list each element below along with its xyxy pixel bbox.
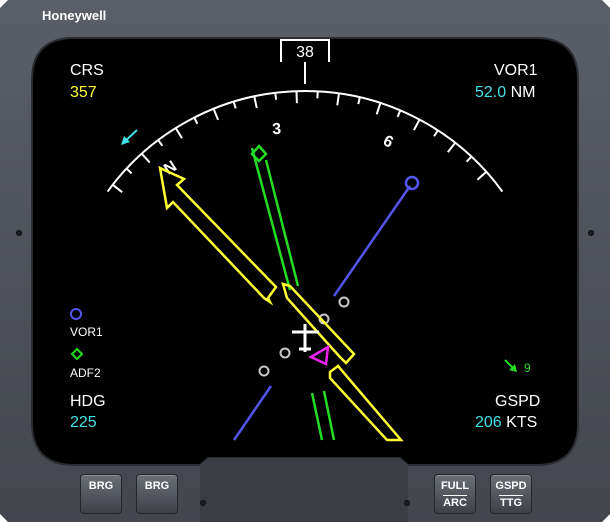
full-arc-bottom-label: ARC	[443, 497, 467, 509]
course-value: 357	[70, 84, 97, 101]
ground-speed-value: 206	[475, 414, 502, 431]
compass-tick	[413, 119, 421, 131]
compass-tick	[174, 127, 183, 139]
full-arc-top-label: FULL	[440, 480, 470, 492]
heading-bug-arrow	[121, 129, 138, 145]
distance-readout: 52.0 NM	[475, 84, 535, 102]
compass-tick	[274, 92, 278, 100]
gspd-ttg-button[interactable]: GSPD TTG	[490, 474, 532, 514]
button-divider	[499, 495, 523, 496]
compass-tick	[476, 170, 487, 181]
vor-legend-label: VOR1	[70, 325, 103, 339]
compass-tick	[465, 155, 473, 163]
ground-speed-unit: KTS	[506, 414, 538, 431]
compass-tick	[375, 102, 382, 115]
vor-legend-symbol	[70, 308, 82, 320]
compass-tick	[112, 183, 123, 193]
fix-marker	[308, 344, 330, 366]
compass-tick	[140, 153, 151, 164]
gspd-ttg-bottom-label: TTG	[500, 497, 522, 509]
distance-unit: NM	[510, 84, 536, 101]
adf-legend-label: ADF2	[70, 366, 101, 380]
compass-tick	[396, 110, 402, 118]
compass-label-3: 3	[272, 121, 282, 138]
brg-diamond-label: BRG	[144, 480, 170, 492]
compass-tick	[336, 93, 340, 106]
compass-tick	[193, 117, 199, 125]
compass-label-6: 6	[380, 132, 396, 151]
compass-tick	[433, 129, 439, 137]
course-pointer	[158, 165, 404, 442]
ground-speed-readout: 206 KTS	[475, 414, 537, 432]
adf-legend-symbol	[70, 347, 84, 361]
heading-label: HDG	[70, 393, 106, 410]
compass-tick	[357, 97, 361, 105]
compass-tick	[447, 142, 457, 153]
heading-value: 225	[70, 414, 97, 431]
wind-arrow-icon	[504, 359, 517, 372]
nav-source-label: VOR1	[494, 62, 538, 79]
button-divider	[443, 495, 467, 496]
compass-tick	[212, 108, 220, 121]
compass-tick	[157, 139, 164, 147]
full-arc-button[interactable]: FULL ARC	[434, 474, 476, 514]
course-label: CRS	[70, 62, 104, 79]
distance-value: 52.0	[475, 84, 507, 101]
ground-speed-label: GSPD	[495, 393, 541, 410]
gspd-ttg-top-label: GSPD	[495, 480, 527, 492]
compass-tick	[253, 96, 258, 109]
compass-tick	[232, 101, 237, 109]
brg-circle-label: BRG	[88, 480, 114, 492]
brg-circle-button[interactable]: BRG	[80, 474, 122, 514]
compass-tick	[125, 167, 133, 175]
brg-diamond-button[interactable]: BRG	[136, 474, 178, 514]
compass-arc	[106, 90, 504, 193]
heading-box-value: 38	[296, 44, 314, 61]
wind-speed: 9	[524, 361, 531, 375]
compass-arc-line	[106, 90, 504, 193]
